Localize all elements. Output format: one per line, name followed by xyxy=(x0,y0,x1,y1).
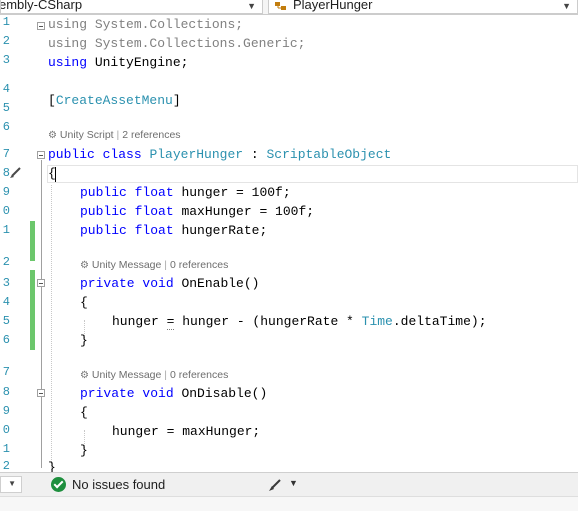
current-line-highlight xyxy=(47,165,578,183)
unity-icon: ⚙ xyxy=(48,130,57,141)
bottom-panel-strip xyxy=(0,496,578,511)
line-number: 1 xyxy=(2,442,10,456)
code-line: hunger = hunger - (hungerRate * Time.del… xyxy=(112,314,487,330)
unity-icon: ⚙ xyxy=(80,260,89,271)
chevron-down-icon[interactable]: ▼ xyxy=(289,478,298,488)
class-icon xyxy=(275,2,286,10)
code-line: [CreateAssetMenu] xyxy=(48,93,181,108)
collapse-toggle-icon[interactable] xyxy=(37,279,45,287)
line-number: 2 xyxy=(2,255,10,269)
code-line: hunger = maxHunger; xyxy=(112,424,261,439)
unity-icon: ⚙ xyxy=(80,370,89,381)
collapse-toggle-icon[interactable] xyxy=(37,151,45,159)
line-number: 9 xyxy=(2,404,10,418)
indent-guide xyxy=(51,185,52,470)
navigation-bar: embly-CSharp ▼ PlayerHunger ▼ xyxy=(0,0,578,15)
code-line: public class PlayerHunger : ScriptableOb… xyxy=(48,147,392,162)
line-number: 2 xyxy=(2,34,10,48)
quick-actions-brush-icon[interactable] xyxy=(9,165,23,179)
check-circle-icon[interactable] xyxy=(51,477,66,492)
chevron-down-icon: ▼ xyxy=(562,1,571,11)
line-number: 0 xyxy=(2,204,10,218)
change-indicator xyxy=(30,241,35,261)
line-number: 7 xyxy=(2,147,10,161)
fold-guide-line xyxy=(41,160,42,468)
line-number: 9 xyxy=(2,185,10,199)
code-line: using UnityEngine; xyxy=(48,55,189,70)
line-number: 4 xyxy=(2,82,10,96)
line-number: 7 xyxy=(2,365,10,379)
line-number: 1 xyxy=(2,223,10,237)
line-number: 4 xyxy=(2,295,10,309)
code-lens-ondisable[interactable]: ⚙ Unity Message | 0 references xyxy=(80,369,228,381)
editor-status-bar: ▼ No issues found ▼ xyxy=(0,472,578,497)
code-cleanup-brush-icon[interactable] xyxy=(268,476,284,492)
line-number-gutter: 1 2 3 4 5 6 7 8 9 0 1 2 3 4 5 6 7 8 9 0 … xyxy=(0,15,12,473)
line-number: 2 xyxy=(2,459,10,473)
code-line: { xyxy=(48,166,56,181)
code-line: public float hungerRate; xyxy=(80,223,268,238)
line-number: 8 xyxy=(2,385,10,399)
code-line: private void OnEnable() xyxy=(80,276,260,291)
member-dropdown-label: PlayerHunger xyxy=(293,0,373,12)
chevron-down-icon: ▼ xyxy=(247,1,256,11)
issues-status[interactable]: No issues found xyxy=(72,477,165,492)
zoom-dropdown[interactable]: ▼ xyxy=(0,476,22,493)
line-number: 5 xyxy=(2,101,10,115)
code-editor[interactable]: 1 2 3 4 5 6 7 8 9 0 1 2 3 4 5 6 7 8 9 0 … xyxy=(0,15,578,475)
code-line: using System.Collections.Generic; xyxy=(48,36,306,51)
line-number: 0 xyxy=(2,423,10,437)
code-line: { xyxy=(80,295,88,310)
line-number: 1 xyxy=(2,15,10,29)
code-line: } xyxy=(80,443,88,458)
line-number: 6 xyxy=(2,120,10,134)
line-number: 5 xyxy=(2,314,10,328)
line-number: 3 xyxy=(2,276,10,290)
collapse-toggle-icon[interactable] xyxy=(37,389,45,397)
code-line: public float maxHunger = 100f; xyxy=(80,204,315,219)
code-line: { xyxy=(80,405,88,420)
line-number: 6 xyxy=(2,333,10,347)
collapse-toggle-icon[interactable] xyxy=(37,22,45,30)
code-line: } xyxy=(80,333,88,348)
code-lens-onenable[interactable]: ⚙ Unity Message | 0 references xyxy=(80,259,228,271)
line-number: 3 xyxy=(2,53,10,67)
change-indicator xyxy=(30,221,35,241)
code-line: public float hunger = 100f; xyxy=(80,185,291,200)
code-line: private void OnDisable() xyxy=(80,386,268,401)
code-line: using System.Collections; xyxy=(48,17,244,32)
chevron-down-icon: ▼ xyxy=(8,479,16,488)
project-dropdown[interactable]: embly-CSharp ▼ xyxy=(0,0,263,14)
code-lens-class[interactable]: ⚙ Unity Script | 2 references xyxy=(48,129,181,141)
change-indicator xyxy=(30,270,35,350)
member-dropdown[interactable]: PlayerHunger ▼ xyxy=(268,0,578,14)
project-dropdown-label: embly-CSharp xyxy=(0,0,83,12)
